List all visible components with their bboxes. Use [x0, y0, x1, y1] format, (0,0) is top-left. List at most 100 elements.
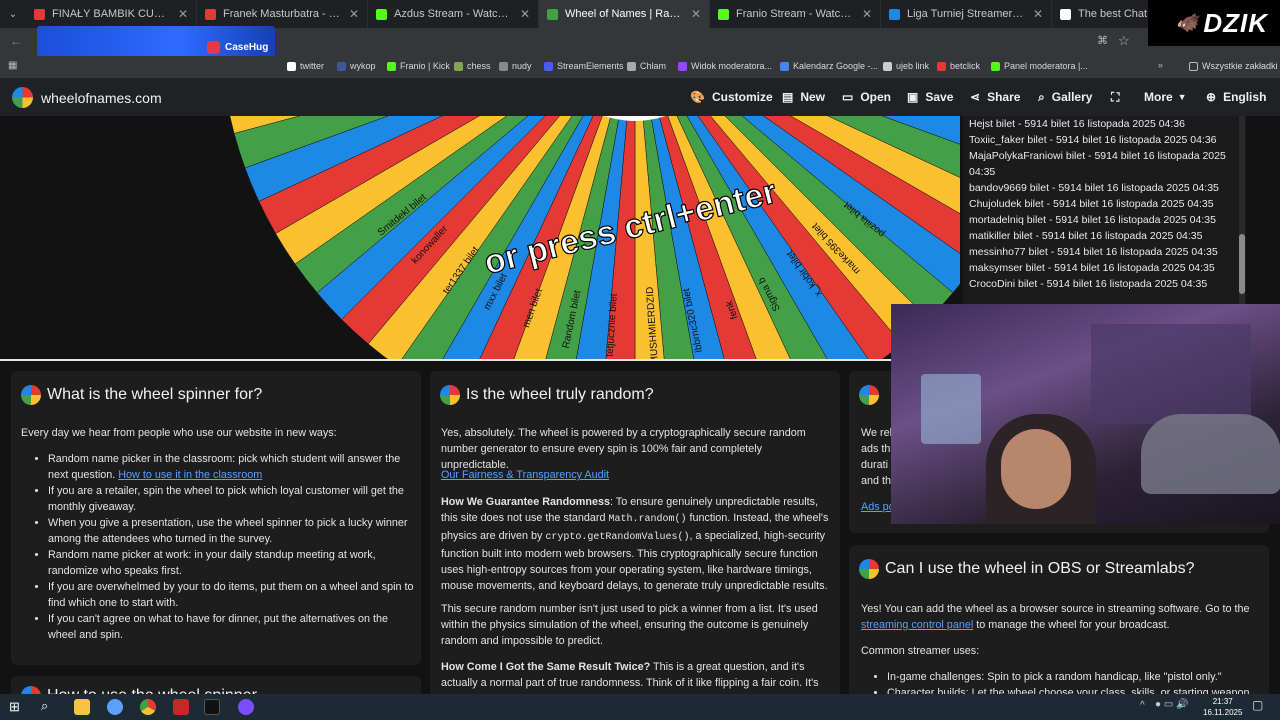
entries-list[interactable]: Hejst bilet - 5914 bilet 16 listopada 20…	[963, 116, 1246, 304]
browser-tab[interactable]: FINAŁY BAMBIK CUP Stream ✕	[26, 0, 197, 28]
bookmark-all[interactable]: Wszystkie zakładki	[1189, 61, 1278, 71]
app-icon-dark[interactable]	[204, 699, 220, 715]
close-icon[interactable]: ✕	[520, 7, 530, 21]
close-icon[interactable]: ✕	[178, 7, 188, 21]
open-button[interactable]: ▭ Open	[842, 78, 891, 116]
ads-policy-link[interactable]: Ads po	[861, 501, 895, 513]
globe-icon: ⊕	[1206, 90, 1217, 104]
spinning-wheel[interactable]: Smitdekl biletkonowallerter1337 bilet mxx…	[0, 116, 960, 360]
app-icon-red[interactable]	[173, 699, 189, 715]
dzik-text: DZIK	[1203, 7, 1268, 38]
bookmark-kalendarz[interactable]: Kalendarz Google -...	[780, 61, 878, 71]
card-intro: Every day we hear from people who use ou…	[21, 427, 337, 439]
entry-item: CrocoDini bilet - 5914 bilet 16 listopad…	[969, 278, 1208, 290]
close-icon[interactable]: ✕	[862, 7, 872, 21]
wheel-logo-icon	[859, 559, 879, 579]
card-paragraph: This secure random number isn't just use…	[441, 603, 818, 647]
browser-tab[interactable]: Wheel of Names | Random nam ✕	[539, 0, 710, 28]
browser-tab[interactable]: Liga Turniej Streamerów OG Dz ✕	[881, 0, 1052, 28]
app-icon[interactable]	[107, 699, 123, 715]
card-paragraph: Common streamer uses:	[861, 645, 980, 657]
tab-title: Franio Stream - Watch Live on	[736, 8, 856, 20]
start-icon[interactable]: ⊞	[9, 699, 20, 715]
card-paragraph: Yes! You can add the wheel as a browser …	[861, 603, 1250, 631]
tab-favicon-icon	[547, 8, 558, 20]
more-button[interactable]: More ▼	[1144, 78, 1187, 116]
gallery-button[interactable]: ⌕ Gallery	[1038, 78, 1092, 116]
save-button[interactable]: ▣ Save	[907, 78, 953, 116]
close-icon[interactable]: ✕	[349, 7, 359, 21]
bookmark-panel-moderatora[interactable]: Panel moderatora |...	[991, 61, 1088, 71]
tab-favicon-icon	[718, 8, 729, 20]
webcam-light	[921, 374, 981, 444]
apps-icon[interactable]: ▦	[8, 60, 17, 71]
language-button[interactable]: ⊕ English	[1206, 78, 1266, 116]
entry-item: bandov9669 bilet - 5914 bilet 16 listopa…	[969, 182, 1219, 194]
dzik-logo: 🐗 DZIK	[1148, 0, 1280, 46]
tray-chevron-icon[interactable]: ^	[1140, 700, 1145, 711]
bookmark-franio-kick[interactable]: Franio | Kick	[387, 61, 450, 71]
tab-title: FINAŁY BAMBIK CUP Stream	[52, 8, 172, 20]
webcam-wall	[1091, 324, 1251, 424]
wheel-logo-icon	[859, 385, 879, 405]
file-explorer-icon[interactable]	[74, 699, 90, 715]
streaming-control-panel-link[interactable]: streaming control panel	[861, 619, 973, 631]
new-button[interactable]: ▤ New	[782, 78, 825, 116]
use-cases-list: Random name picker in the classroom: pic…	[32, 451, 417, 643]
card-title: What is the wheel spinner for?	[21, 385, 262, 405]
translate-icon[interactable]: ⌘	[1097, 34, 1108, 47]
bookmark-chess[interactable]: chess	[454, 61, 491, 71]
app-icon-purple[interactable]	[238, 699, 254, 715]
casehug-text: CaseHug	[225, 42, 269, 53]
browser-tab[interactable]: Franek Masturbatra - Don R ✕	[197, 0, 368, 28]
list-item: If you are a retailer, spin the wheel to…	[48, 483, 417, 515]
bookmark-twitter[interactable]: twitter	[287, 61, 324, 71]
webcam-overlay	[891, 304, 1280, 524]
list-item: If you can't agree on what to have for d…	[48, 611, 417, 643]
bookmark-ujeb-link[interactable]: ujeb link	[883, 61, 929, 71]
tab-search-icon[interactable]: ⌄	[0, 0, 26, 28]
scrollbar-thumb[interactable]	[1239, 234, 1245, 294]
bookmark-widok-moderatora[interactable]: Widok moderatora...	[678, 61, 772, 71]
bookmark-star-icon[interactable]: ☆	[1118, 33, 1130, 49]
tab-title: Franek Masturbatra - Don R	[223, 8, 343, 20]
section-divider	[0, 359, 960, 361]
browser-tab[interactable]: Franio Stream - Watch Live on ✕	[710, 0, 881, 28]
tab-favicon-icon	[376, 8, 387, 20]
clock[interactable]: 21:37 16.11.2025	[1203, 696, 1242, 718]
close-icon[interactable]: ✕	[691, 7, 701, 21]
entry-item: mortadelniq bilet - 5914 bilet 16 listop…	[969, 214, 1216, 226]
site-logo[interactable]: wheelofnames.com	[12, 87, 162, 108]
browser-tab[interactable]: Azdus Stream - Watch Live on ✕	[368, 0, 539, 28]
bookmarks-bar: ▦ twitter wykop Franio | Kick chess nudy…	[0, 56, 1280, 78]
tab-favicon-icon	[34, 8, 45, 20]
bookmarks-overflow-icon[interactable]: »	[1158, 60, 1163, 70]
bookmark-wykop[interactable]: wykop	[337, 61, 376, 71]
classroom-link[interactable]: How to use it in the classroom	[118, 469, 262, 481]
entry-item: Hejst bilet - 5914 bilet 16 listopada 20…	[969, 118, 1185, 130]
bookmark-nudy[interactable]: nudy	[499, 61, 532, 71]
save-icon: ▣	[907, 90, 919, 104]
bookmark-betclick[interactable]: betclick	[937, 61, 980, 71]
tab-title: Wheel of Names | Random nam	[565, 8, 685, 20]
search-icon[interactable]: ⌕	[41, 698, 48, 714]
ads-link-row: Ads po	[861, 499, 895, 515]
fairness-audit-link[interactable]: Our Fairness & Transparency Audit	[441, 469, 609, 481]
customize-button[interactable]: 🎨 Customize	[690, 78, 773, 116]
chrome-icon[interactable]	[140, 699, 156, 715]
card-paragraph: Yes, absolutely. The wheel is powered by…	[441, 427, 806, 471]
list-item: When you give a presentation, use the wh…	[48, 515, 417, 547]
notifications-icon[interactable]: ▢	[1252, 698, 1263, 712]
list-item: Random name picker at work: in your dail…	[48, 547, 417, 579]
bookmark-chlam[interactable]: Chlam	[627, 61, 666, 71]
share-button[interactable]: ⋖ Share	[970, 78, 1020, 116]
fullscreen-button[interactable]: ⛶	[1111, 78, 1126, 116]
close-icon[interactable]: ✕	[1033, 7, 1043, 21]
tray-icons[interactable]: ● ▭ 🔊	[1155, 699, 1189, 710]
entries-scrollbar[interactable]	[1239, 116, 1245, 304]
back-icon[interactable]: ←	[10, 34, 22, 48]
wheel-logo-icon	[440, 385, 460, 405]
palette-icon: 🎨	[690, 90, 705, 104]
bookmark-streamelements[interactable]: StreamElements	[544, 61, 624, 71]
list-item: Random name picker in the classroom: pic…	[48, 451, 417, 483]
